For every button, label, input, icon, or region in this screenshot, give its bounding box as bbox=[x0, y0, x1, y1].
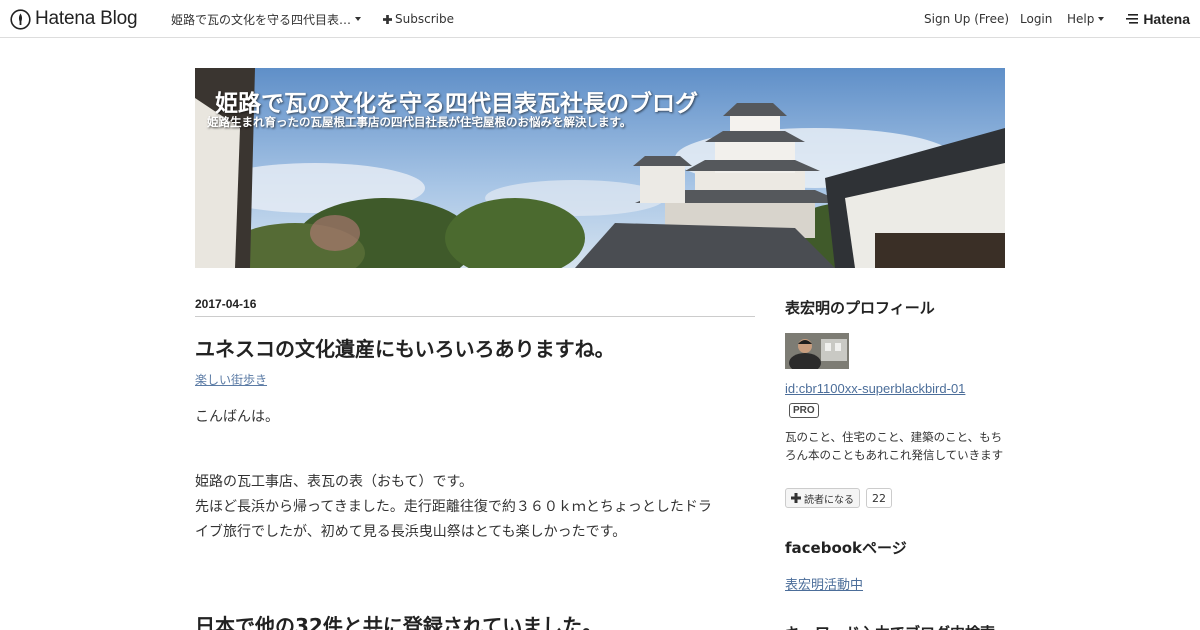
subscriber-count[interactable]: 22 bbox=[866, 488, 892, 508]
entry-paragraph-line: 先ほど長浜から帰ってきました。走行距離往復で約３６０ｋｍとちょっとしたドラ bbox=[195, 499, 712, 515]
help-label: Help bbox=[1067, 12, 1095, 26]
hatena-logo-text: Hatena bbox=[1143, 11, 1190, 27]
entry-date[interactable]: 2017-04-16 bbox=[195, 297, 755, 317]
global-header: Hatena Blog 姫路で瓦の文化を守る四代目表… Subscribe Si… bbox=[0, 0, 1200, 38]
entry-section-heading: 日本で他の32件と共に登録されていました。 bbox=[195, 614, 603, 630]
subscribe-reader-button[interactable]: 読者になる bbox=[785, 488, 860, 508]
profile-id-link[interactable]: id:cbr1100xx-superblackbird-01 bbox=[785, 381, 965, 396]
facebook-page-link[interactable]: 表宏明活動中 bbox=[785, 574, 863, 593]
entry-category-link[interactable]: 楽しい街歩き bbox=[195, 371, 267, 388]
blog-title[interactable]: 姫路で瓦の文化を守る四代目表瓦社長のブログ bbox=[215, 84, 698, 118]
avatar[interactable] bbox=[785, 333, 849, 369]
reader-subscribe: 読者になる 22 bbox=[785, 488, 892, 508]
profile-module-title: 表宏明のプロフィール bbox=[785, 299, 935, 317]
hatena-blog-logo[interactable]: Hatena Blog bbox=[10, 7, 138, 31]
blog-name-dropdown[interactable]: 姫路で瓦の文化を守る四代目表… bbox=[171, 0, 362, 38]
entry-body: こんばんは。 姫路の瓦工事店、表瓦の表（おもて）です。 先ほど長浜から帰ってきま… bbox=[195, 405, 755, 545]
plus-icon bbox=[383, 14, 392, 24]
blog-description: 姫路生まれ育ったの瓦屋根工事店の四代目社長が住宅屋根のお悩みを解決します。 bbox=[207, 115, 632, 129]
subscribe-link[interactable]: Subscribe bbox=[383, 0, 454, 38]
hatena-blog-brand-text: Hatena Blog bbox=[35, 8, 138, 29]
plus-icon bbox=[791, 493, 801, 503]
hatena-logo[interactable]: Hatena bbox=[1126, 0, 1190, 38]
help-dropdown[interactable]: Help bbox=[1067, 0, 1105, 38]
signup-link[interactable]: Sign Up (Free) bbox=[924, 0, 1009, 38]
login-link[interactable]: Login bbox=[1020, 0, 1052, 38]
pro-badge[interactable]: PRO bbox=[789, 403, 819, 418]
blog-name-label: 姫路で瓦の文化を守る四代目表… bbox=[171, 12, 352, 27]
entry-greeting: こんばんは。 bbox=[195, 409, 279, 425]
avatar-photo bbox=[785, 333, 849, 369]
search-module-title: キーワード入力でブログ内検索 bbox=[785, 622, 995, 630]
entry-paragraph-line: 姫路の瓦工事店、表瓦の表（おもて）です。 bbox=[195, 474, 474, 490]
profile-description: 瓦のこと、住宅のこと、建築のこと、もちろん本のこともあれこれ発信していきます bbox=[785, 430, 1004, 462]
caret-down-icon bbox=[355, 17, 362, 21]
hatena-lines-icon bbox=[1126, 14, 1139, 24]
entry-title[interactable]: ユネスコの文化遺産にもいろいろありますね。 bbox=[195, 333, 615, 362]
subscribe-label: Subscribe bbox=[395, 12, 454, 26]
facebook-module-title: facebookページ bbox=[785, 539, 907, 557]
caret-down-icon bbox=[1098, 17, 1105, 21]
hatena-blog-pen-icon bbox=[10, 8, 31, 30]
entry-paragraph-line: イブ旅行でしたが、初めて見る長浜曳山祭はとても楽しかったです。 bbox=[195, 524, 627, 540]
blog-header-image[interactable]: 姫路で瓦の文化を守る四代目表瓦社長のブログ 姫路生まれ育ったの瓦屋根工事店の四代… bbox=[195, 68, 1005, 268]
subscribe-reader-label: 読者になる bbox=[804, 494, 854, 506]
